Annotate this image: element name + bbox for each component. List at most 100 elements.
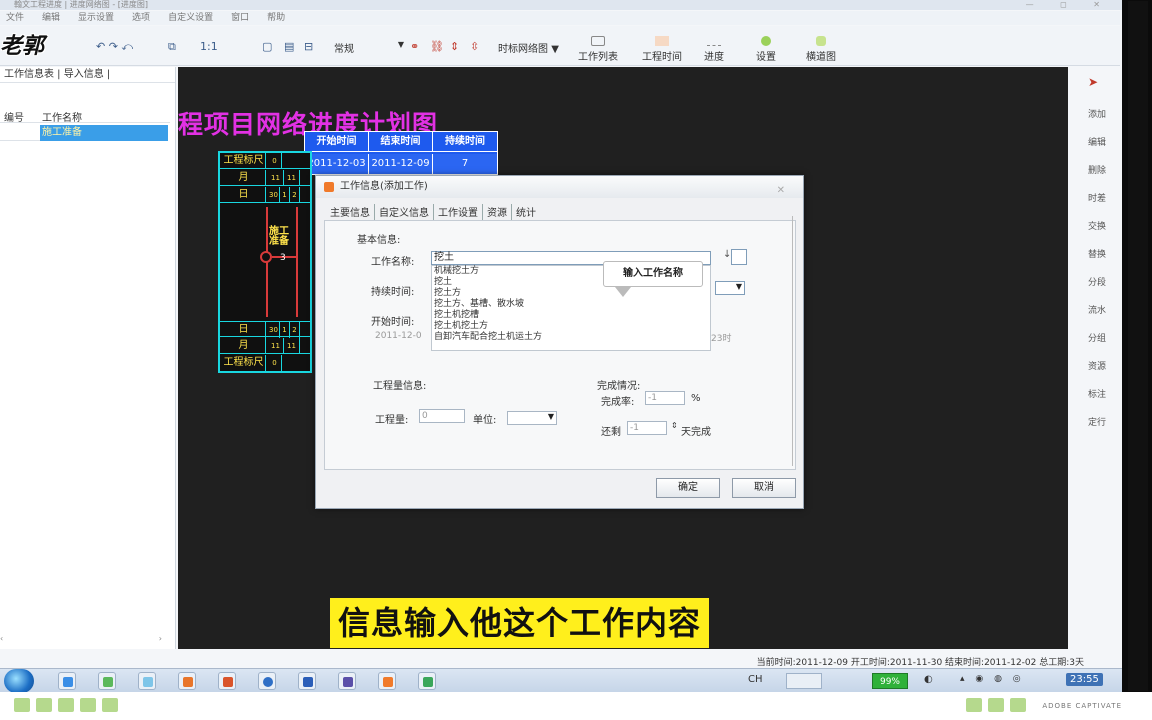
taskbar-app-network[interactable] — [418, 672, 436, 690]
label-quantity: 工程量: — [375, 415, 409, 426]
chain-icon[interactable]: ⛓ — [430, 40, 444, 53]
brand-label: ADOBE CAPTIVATE — [1042, 702, 1122, 710]
taskbar-app-word[interactable] — [298, 672, 316, 690]
tool-group[interactable]: 分组 — [1088, 331, 1106, 344]
left-panel-scrollbar[interactable]: ‹ › — [0, 634, 170, 646]
back-button[interactable] — [36, 698, 52, 712]
taskbar-app-files[interactable] — [138, 672, 156, 690]
menu-item-display[interactable]: 显示设置 — [78, 11, 114, 25]
tool-flow[interactable]: 流水 — [1088, 303, 1106, 316]
ok-button[interactable]: 确定 — [656, 478, 720, 498]
end-button[interactable] — [102, 698, 118, 712]
tool-segment[interactable]: 分段 — [1088, 275, 1106, 288]
tooltip-pointer — [615, 287, 631, 297]
tool-float[interactable]: 时差 — [1088, 191, 1106, 204]
duration-unit-select[interactable]: ▼ — [715, 281, 745, 295]
unit-select[interactable]: ▼ — [507, 411, 557, 425]
save-icon[interactable]: ▤ — [284, 40, 294, 53]
taskbar-app-schedule[interactable] — [378, 672, 396, 690]
scale-row-month: 月 11 11 — [220, 170, 310, 186]
section-quantity: 工程量信息: — [373, 381, 427, 392]
pointer-icon[interactable]: ➤ — [1088, 75, 1098, 89]
name-picker-button[interactable] — [731, 249, 747, 265]
suggestion-item[interactable]: 挖土方、基槽、散水坡 — [434, 299, 710, 310]
exit-button[interactable] — [988, 698, 1004, 712]
settings-button[interactable]: 设置 — [756, 36, 776, 63]
dialog-title-bar[interactable]: 工作信息(添加工作) ✕ — [316, 176, 803, 198]
menu-item-edit[interactable]: 编辑 — [42, 11, 60, 25]
menu-item-options[interactable]: 选项 — [132, 11, 150, 25]
scale-row-day: 日 30 1 2 — [220, 187, 310, 203]
task-area — [220, 203, 310, 321]
scale-row-top: 工程标尺 0 — [220, 153, 310, 169]
table-row[interactable]: 施工准备 — [40, 125, 168, 141]
align-icon[interactable]: ⇕ — [450, 40, 459, 53]
left-panel-tabs[interactable]: 工作信息表 | 导入信息 | — [0, 67, 175, 83]
tab-custom-info[interactable]: 自定义信息 — [375, 204, 434, 220]
cc-button[interactable] — [1010, 698, 1026, 712]
info-button[interactable] — [966, 698, 982, 712]
task-label[interactable]: 施工准备 — [268, 227, 290, 247]
window-icon[interactable]: ▢ — [262, 40, 272, 53]
tray-icons[interactable]: ▴ ◉ ◍ ◎ — [960, 674, 1025, 684]
remaining-days-input[interactable]: -1 — [627, 421, 667, 435]
tab-resources[interactable]: 资源 — [483, 204, 512, 220]
dialog-scrollbar[interactable] — [792, 216, 798, 466]
undo-icon[interactable]: ↶ ↷ ⤺ — [96, 40, 133, 54]
menu-item-help[interactable]: 帮助 — [267, 11, 285, 25]
work-list-button[interactable]: 工作列表 — [578, 36, 618, 63]
copy-icon[interactable]: ⧉ — [168, 40, 176, 54]
cancel-button[interactable]: 取消 — [732, 478, 796, 498]
gantt-button[interactable]: 横道图 — [806, 36, 836, 63]
menu-item-custom[interactable]: 自定义设置 — [168, 11, 213, 25]
menu-item-file[interactable]: 文件 — [6, 11, 24, 25]
tab-main-info[interactable]: 主要信息 — [326, 204, 375, 220]
style-select[interactable]: 常规 ▼ — [334, 40, 404, 55]
tab-statistics[interactable]: 统计 — [512, 204, 540, 220]
suggestion-item[interactable]: 挖土机挖槽 — [434, 310, 710, 321]
rewind-button[interactable] — [14, 698, 30, 712]
taskbar-app-ie[interactable] — [58, 672, 76, 690]
tool-swap[interactable]: 交换 — [1088, 219, 1106, 232]
pause-button[interactable] — [58, 698, 74, 712]
menu-item-window[interactable]: 窗口 — [231, 11, 249, 25]
tool-delete[interactable]: 删除 — [1088, 163, 1106, 176]
scale-label: 工程标尺 — [222, 355, 266, 371]
taskbar-app-media[interactable] — [338, 672, 356, 690]
volume-icon[interactable]: ◐ — [924, 674, 933, 685]
ime-indicator[interactable]: CH — [748, 674, 763, 685]
table-row-index[interactable] — [0, 125, 40, 141]
taskbar-app-office[interactable] — [218, 672, 236, 690]
tool-replace[interactable]: 替换 — [1088, 247, 1106, 260]
tool-annotate[interactable]: 标注 — [1088, 387, 1106, 400]
tool-edit[interactable]: 编辑 — [1088, 135, 1106, 148]
tool-add[interactable]: 添加 — [1088, 107, 1106, 120]
project-time-button[interactable]: 工程时间 — [642, 36, 682, 63]
start-node[interactable] — [260, 251, 272, 263]
taskbar-app-tool[interactable] — [98, 672, 116, 690]
start-date-input[interactable]: 2011-12-0 — [375, 331, 705, 345]
taskbar-app-clock[interactable] — [258, 672, 276, 690]
battery-indicator[interactable]: 99% — [872, 673, 908, 689]
stepper-icon[interactable]: ⇕ — [671, 421, 678, 430]
start-button[interactable] — [4, 669, 34, 693]
start-hour-input[interactable]: 23时 — [711, 331, 747, 345]
clock[interactable]: 23:55 — [1066, 673, 1103, 686]
tool-resource[interactable]: 资源 — [1088, 359, 1106, 372]
quantity-input[interactable]: 0 — [419, 409, 465, 423]
tab-work-settings[interactable]: 工作设置 — [434, 204, 483, 220]
grid-icon[interactable]: ⊟ — [304, 40, 313, 53]
completion-rate-input[interactable]: -1 — [645, 391, 685, 405]
suggestion-item[interactable]: 挖土方 — [434, 288, 710, 299]
forward-button[interactable] — [80, 698, 96, 712]
tool-set-row[interactable]: 定行 — [1088, 415, 1106, 428]
close-icon[interactable]: ✕ — [777, 180, 785, 202]
scale-icon[interactable]: 1:1 — [200, 40, 218, 53]
view-type-select[interactable]: 时标网络图 ▼ — [498, 40, 568, 55]
link-icon[interactable]: ⚭ — [410, 40, 419, 53]
window-controls[interactable]: — ◻ ✕ — [1026, 0, 1112, 10]
signal-icon[interactable] — [786, 673, 822, 689]
sort-icon[interactable]: ⇳ — [470, 40, 479, 53]
progress-button[interactable]: 进度 — [704, 36, 724, 63]
taskbar-app-firefox[interactable] — [178, 672, 196, 690]
